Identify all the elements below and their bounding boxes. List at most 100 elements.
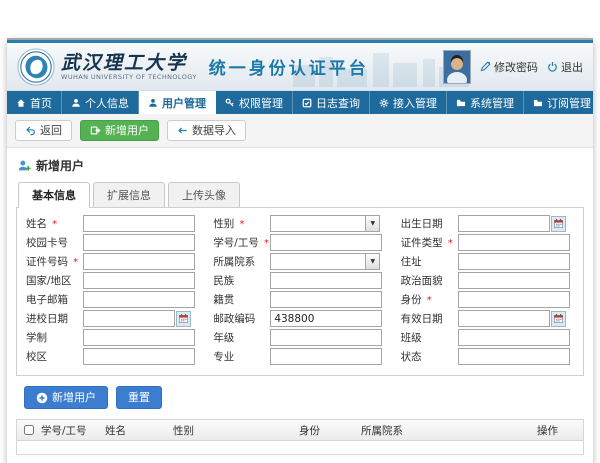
field-address-input[interactable] xyxy=(458,253,570,270)
form-row-name: 姓名 * xyxy=(19,215,206,232)
field-identity-input[interactable] xyxy=(458,291,570,308)
form-row-ethnicity: 民族 xyxy=(206,272,393,289)
key-icon xyxy=(225,98,235,108)
data-import-button[interactable]: 数据导入 xyxy=(167,120,246,141)
nav-item-log-query[interactable]: 日志查询 xyxy=(293,91,370,114)
field-ethnicity-input[interactable] xyxy=(270,272,382,289)
field-name-input[interactable] xyxy=(83,215,195,232)
submit-add-user-button[interactable]: 新增用户 xyxy=(24,386,108,409)
nav-item-user-management[interactable]: 用户管理 xyxy=(139,91,216,114)
tab-upload-avatar[interactable]: 上传头像 xyxy=(168,182,240,207)
form-row-country-region: 国家/地区 xyxy=(19,272,206,289)
form-row-class: 班级 xyxy=(394,329,581,346)
form-row-enroll-date: 进校日期 xyxy=(19,310,206,327)
form-row-id-type: 证件类型 * xyxy=(394,234,581,251)
nav-item-subscription-management[interactable]: 订阅管理 xyxy=(524,91,600,114)
back-button[interactable]: 返回 xyxy=(15,120,72,141)
form-row-gender: 性别 *▼ xyxy=(206,215,393,232)
university-logo xyxy=(17,48,55,86)
nav-item-home[interactable]: 首页 xyxy=(7,91,62,114)
change-password-link[interactable]: 修改密码 xyxy=(480,59,538,75)
field-postal-code-input[interactable] xyxy=(270,310,382,327)
back-arrow-icon xyxy=(25,125,36,136)
field-campus-input[interactable] xyxy=(83,348,195,365)
required-asterisk: * xyxy=(445,238,453,249)
nav-item-label: 个人信息 xyxy=(85,95,129,111)
table-header-4: 身份 xyxy=(297,423,359,438)
app-window: 武汉理工大学 WUHAN UNIVERSITY OF TECHNOLOGY 统一… xyxy=(7,38,593,463)
nav-item-system-management[interactable]: 系统管理 xyxy=(447,91,524,114)
user-table-empty-row xyxy=(17,441,583,454)
field-valid-date-input[interactable] xyxy=(458,310,550,327)
plus-circle-icon xyxy=(36,392,48,404)
section-title: 新增用户 xyxy=(36,157,84,174)
field-political-status-input[interactable] xyxy=(458,272,570,289)
field-birth-date-label: 出生日期 xyxy=(394,216,458,231)
field-department-label: 所属院系 xyxy=(206,254,270,269)
field-enroll-date-input[interactable] xyxy=(83,310,175,327)
add-user-toolbar-button[interactable]: 新增用户 xyxy=(80,120,159,141)
field-grade-input[interactable] xyxy=(270,329,382,346)
basic-info-form: 姓名 *校园卡号证件号码 *国家/地区电子邮箱进校日期学制校区性别 *▼学号/工… xyxy=(16,207,584,376)
calendar-button-birth-date[interactable] xyxy=(551,216,566,232)
user-icon xyxy=(71,98,81,108)
calendar-button-valid-date[interactable] xyxy=(551,311,566,327)
nav-item-label: 接入管理 xyxy=(393,95,437,111)
field-major-input[interactable] xyxy=(270,348,382,365)
import-arrow-icon xyxy=(177,125,188,136)
form-row-student-no: 学号/工号 * xyxy=(206,234,393,251)
field-country-region-input[interactable] xyxy=(83,272,195,289)
required-asterisk: * xyxy=(70,257,78,268)
nav-item-personal-info[interactable]: 个人信息 xyxy=(62,91,139,114)
form-row-email: 电子邮箱 xyxy=(19,291,206,308)
field-department-select[interactable]: ▼ xyxy=(270,253,380,270)
form-row-campus: 校区 xyxy=(19,348,206,365)
field-id-type-label: 证件类型 * xyxy=(394,235,458,250)
form-actions: 新增用户 重置 xyxy=(16,376,584,419)
nav-item-permission-management[interactable]: 权限管理 xyxy=(216,91,293,114)
reset-button[interactable]: 重置 xyxy=(116,386,162,409)
platform-title: 统一身份认证平台 xyxy=(209,54,369,79)
content-area: 新增用户 基本信息扩展信息上传头像 姓名 *校园卡号证件号码 *国家/地区电子邮… xyxy=(7,148,593,463)
field-student-no-input[interactable] xyxy=(270,234,382,251)
required-asterisk: * xyxy=(424,295,432,306)
table-header-2: 姓名 xyxy=(103,423,171,438)
field-class-input[interactable] xyxy=(458,329,570,346)
tab-basic-info[interactable]: 基本信息 xyxy=(18,182,90,208)
user-icon xyxy=(148,98,158,108)
field-schooling-length-input[interactable] xyxy=(83,329,195,346)
field-name-label: 姓名 * xyxy=(19,216,83,231)
logout-link[interactable]: 退出 xyxy=(547,59,583,75)
nav-item-access-management[interactable]: 接入管理 xyxy=(370,91,447,114)
field-status-input[interactable] xyxy=(458,348,570,365)
form-row-id-number: 证件号码 * xyxy=(19,253,206,270)
field-email-label: 电子邮箱 xyxy=(19,292,83,307)
field-gender-select[interactable]: ▼ xyxy=(270,215,380,232)
field-class-label: 班级 xyxy=(394,330,458,345)
field-political-status-label: 政治面貌 xyxy=(394,273,458,288)
chevron-down-icon: ▼ xyxy=(365,254,379,269)
university-name-cn: 武汉理工大学 xyxy=(61,53,197,73)
field-campus-card-no-input[interactable] xyxy=(83,234,195,251)
tab-extended-info[interactable]: 扩展信息 xyxy=(93,182,165,207)
university-name-en: WUHAN UNIVERSITY OF TECHNOLOGY xyxy=(61,73,197,81)
field-native-place-label: 籍贯 xyxy=(206,292,270,307)
form-row-department: 所属院系 ▼ xyxy=(206,253,393,270)
form-row-status: 状态 xyxy=(394,348,581,365)
nav-item-label: 权限管理 xyxy=(239,95,283,111)
field-valid-date-label: 有效日期 xyxy=(394,311,458,326)
user-avatar[interactable] xyxy=(443,50,471,84)
nav-item-label: 订阅管理 xyxy=(547,95,591,111)
field-id-type-input[interactable] xyxy=(458,234,570,251)
calendar-button-enroll-date[interactable] xyxy=(176,311,191,327)
form-row-valid-date: 有效日期 xyxy=(394,310,581,327)
select-all-checkbox[interactable] xyxy=(24,425,34,435)
field-native-place-input[interactable] xyxy=(270,291,382,308)
chevron-down-icon: ▼ xyxy=(365,216,379,231)
field-id-number-input[interactable] xyxy=(83,253,195,270)
back-button-label: 返回 xyxy=(40,124,62,137)
field-email-input[interactable] xyxy=(83,291,195,308)
form-row-postal-code: 邮政编码 xyxy=(206,310,393,327)
table-header-5: 所属院系 xyxy=(359,423,535,438)
field-birth-date-input[interactable] xyxy=(458,215,550,232)
